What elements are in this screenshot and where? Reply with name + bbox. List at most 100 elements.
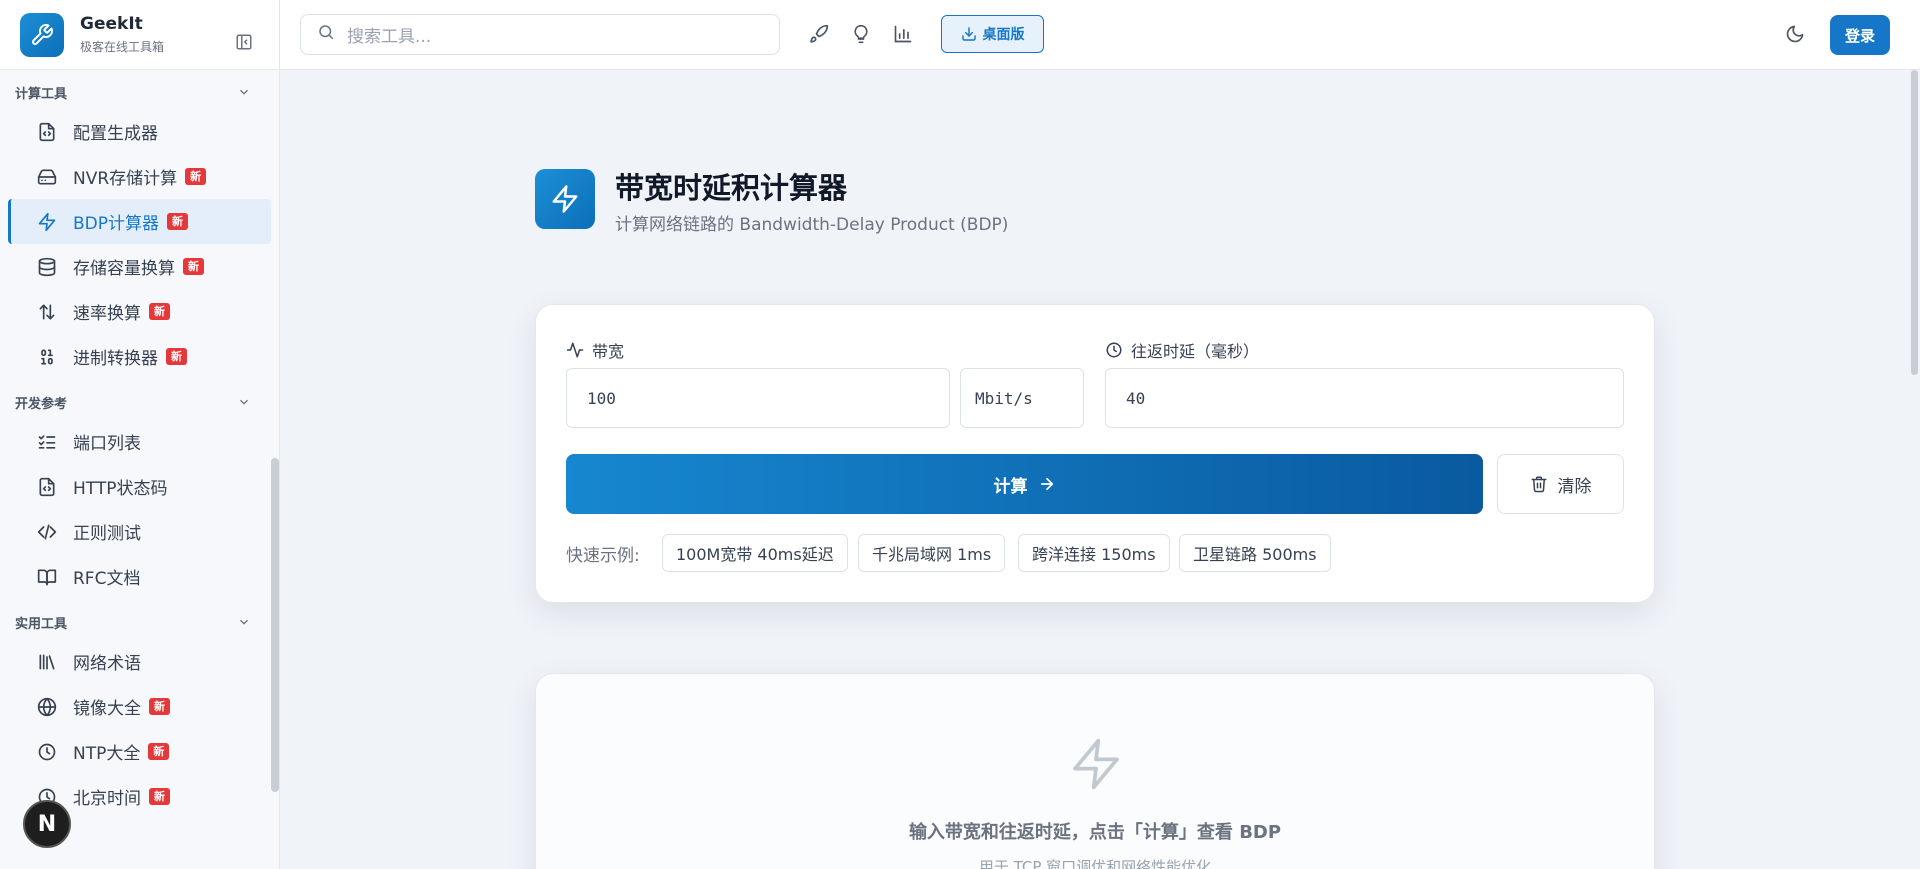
sidebar-section-header[interactable]: 计算工具 — [0, 75, 279, 109]
list-checks-icon — [36, 431, 58, 453]
code-icon — [36, 521, 58, 543]
sidebar-section-header[interactable]: 开发参考 — [0, 385, 279, 419]
rocket-icon[interactable] — [809, 24, 831, 46]
sidebar-item[interactable]: HTTP状态码 — [8, 464, 271, 509]
lightbulb-icon[interactable] — [851, 24, 873, 46]
chevron-down-icon — [240, 399, 248, 405]
sidebar-item-label: BDP计算器 — [73, 214, 160, 234]
bandwidth-label: 带宽 — [566, 338, 624, 362]
empty-state-subtitle: 用于 TCP 窗口调优和网络性能优化 — [978, 858, 1212, 869]
example-chip[interactable]: 卫星链路 500ms — [1179, 534, 1331, 572]
sidebar-item-label: 正则测试 — [73, 524, 141, 544]
sidebar-item-label: 网络术语 — [73, 654, 141, 674]
download-icon — [961, 27, 976, 41]
sidebar-item-label: 速率换算 — [73, 304, 141, 324]
search-icon — [317, 23, 335, 46]
zap-icon — [1068, 736, 1124, 796]
chevron-down-icon — [240, 619, 248, 625]
calculate-button[interactable]: 计算 — [566, 454, 1483, 514]
topbar: 搜索工具... 桌面版 登录 — [280, 0, 1920, 70]
bar-chart-icon[interactable] — [893, 24, 915, 46]
book-icon — [36, 566, 58, 588]
login-button[interactable]: 登录 — [1830, 15, 1890, 55]
sidebar-item[interactable]: NVR存储计算新 — [8, 154, 271, 199]
brand[interactable]: GeekIt 极客在线工具箱 — [0, 0, 279, 70]
example-chip[interactable]: 千兆局域网 1ms — [858, 534, 1006, 572]
new-badge: 新 — [167, 213, 189, 230]
clear-button[interactable]: 清除 — [1497, 454, 1624, 514]
sidebar-item-label: 端口列表 — [73, 434, 141, 454]
sidebar-item-label: HTTP状态码 — [73, 479, 168, 499]
sidebar-item-label: 进制转换器 — [73, 349, 158, 369]
database-icon — [36, 256, 58, 278]
new-badge: 新 — [148, 743, 170, 760]
sidebar-item-label: NTP大全 — [73, 744, 141, 764]
desktop-download-button[interactable]: 桌面版 — [941, 15, 1044, 53]
new-badge: 新 — [185, 168, 207, 185]
brand-name: GeekIt — [80, 14, 143, 34]
new-badge: 新 — [149, 698, 170, 715]
globe-icon — [36, 696, 58, 718]
brand-subtitle: 极客在线工具箱 — [80, 40, 165, 54]
sidebar: GeekIt 极客在线工具箱 计算工具 配置生成器 NVR存储计算新 BDP计算器新存… — [0, 0, 280, 869]
zap-icon — [535, 169, 595, 229]
new-badge: 新 — [149, 303, 170, 320]
library-icon — [36, 651, 58, 673]
calculate-label: 计算 — [993, 476, 1028, 497]
file-code-icon — [36, 121, 58, 143]
sidebar-collapse-icon[interactable] — [235, 33, 253, 51]
page-subtitle: 计算网络链路的 Bandwidth-Delay Product (BDP) — [615, 215, 1009, 235]
sidebar-item-label: 配置生成器 — [73, 124, 158, 144]
sidebar-item[interactable]: 进制转换器新 — [8, 334, 271, 379]
sidebar-item-label: NVR存储计算 — [73, 169, 178, 189]
clear-label: 清除 — [1557, 476, 1592, 497]
sidebar-item[interactable]: NTP大全新 — [8, 729, 271, 774]
binary-icon — [36, 346, 58, 368]
bandwidth-label-text: 带宽 — [592, 342, 625, 361]
avatar[interactable]: N — [23, 800, 71, 848]
sidebar-item[interactable]: 速率换算新 — [8, 289, 271, 334]
clock-icon — [36, 741, 58, 763]
sidebar-item[interactable]: BDP计算器新 — [8, 199, 271, 244]
arrow-right-icon — [1040, 477, 1053, 491]
search-placeholder: 搜索工具... — [347, 27, 432, 47]
new-badge: 新 — [166, 348, 187, 365]
sidebar-item[interactable]: 配置生成器 — [8, 109, 271, 154]
desktop-button-label: 桌面版 — [982, 27, 1025, 43]
page-scrollbar[interactable] — [1911, 70, 1918, 375]
rtt-input[interactable]: 40 — [1105, 368, 1624, 428]
sidebar-item[interactable]: 镜像大全新 — [8, 684, 271, 729]
example-chip[interactable]: 跨洋连接 150ms — [1018, 534, 1170, 572]
example-chip[interactable]: 100M宽带 40ms延迟 — [662, 534, 848, 572]
sidebar-scrollbar[interactable] — [271, 458, 279, 792]
sidebar-item[interactable]: 端口列表 — [8, 419, 271, 464]
sidebar-section-header[interactable]: 实用工具 — [0, 605, 279, 639]
trash-icon — [1531, 476, 1546, 493]
new-badge: 新 — [149, 788, 170, 805]
section-title: 开发参考 — [15, 396, 68, 412]
clock-icon — [1106, 342, 1122, 358]
bandwidth-input[interactable]: 100 — [566, 368, 950, 428]
sidebar-item[interactable]: 存储容量换算新 — [8, 244, 271, 289]
sidebar-item-label: 存储容量换算 — [73, 259, 175, 279]
sidebar-item-label: RFC文档 — [73, 569, 141, 589]
file-code-icon — [36, 476, 58, 498]
activity-icon — [566, 342, 584, 358]
sidebar-item[interactable]: 正则测试 — [8, 509, 271, 554]
moon-icon[interactable] — [1785, 24, 1805, 48]
rtt-label: 往返时延（毫秒） — [1105, 338, 1259, 362]
chevron-down-icon — [240, 89, 248, 95]
sidebar-item[interactable]: 网络术语 — [8, 639, 271, 684]
zap-icon — [36, 211, 58, 233]
rtt-label-text: 往返时延（毫秒） — [1131, 342, 1260, 361]
search-input[interactable]: 搜索工具... — [300, 14, 780, 55]
bandwidth-unit-select[interactable]: Mbit/s — [960, 368, 1084, 428]
section-title: 计算工具 — [15, 86, 68, 102]
input-card: 带宽 往返时延（毫秒） 100 Mbit/s 40 计算 清除 快速示例: 10… — [535, 304, 1655, 603]
arrows-up-down-icon — [36, 301, 58, 323]
sidebar-item-label: 镜像大全 — [73, 699, 141, 719]
quick-examples-label: 快速示例: — [566, 546, 640, 566]
section-title: 实用工具 — [15, 616, 68, 632]
sidebar-item[interactable]: RFC文档 — [8, 554, 271, 599]
wrench-icon — [20, 12, 64, 57]
